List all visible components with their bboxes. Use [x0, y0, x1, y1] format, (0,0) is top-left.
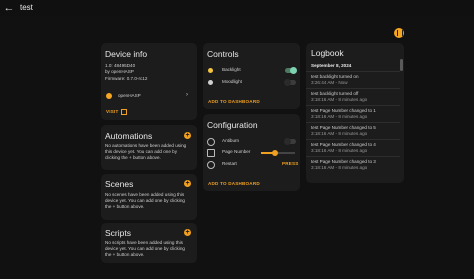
log-divider [306, 156, 400, 157]
lightbulb-off-icon [208, 80, 213, 85]
log-entry-time: 3:18:16 AM - 8 minutes ago [311, 97, 368, 102]
card-title: Controls [207, 49, 239, 59]
backlight-toggle[interactable] [285, 67, 297, 74]
scripts-card: Scripts + No scripts have been added usi… [101, 223, 197, 263]
openhasp-icon [106, 93, 112, 99]
openhasp-logo-icon [394, 28, 404, 38]
configuration-add-to-dashboard[interactable]: ADD TO DASHBOARD [208, 181, 260, 186]
backlight-row: Backlight [203, 65, 300, 75]
integration-row[interactable]: openHASP › [101, 91, 197, 101]
top-app-bar: ← test [0, 0, 474, 16]
log-entry[interactable]: test backlight turned off 3:18:16 AM - 8… [306, 88, 400, 105]
moodlight-toggle[interactable] [284, 79, 296, 86]
card-title: Scenes [105, 179, 134, 189]
page-number-row: Page Number [203, 147, 300, 157]
add-automation-button[interactable]: + [184, 132, 191, 139]
logbook-date: September 8, 2024 [311, 63, 352, 68]
log-divider [306, 105, 400, 106]
moodlight-row: Moodlight [203, 77, 300, 87]
restart-row: Restart PRESS [203, 159, 300, 169]
automations-empty-text: No automations have been added using thi… [105, 143, 187, 160]
log-divider [306, 122, 400, 123]
log-entry-time: 3:18:16 AM - 8 minutes ago [311, 114, 368, 119]
antiburn-label[interactable]: Antiburn [222, 138, 239, 144]
logbook-card: Logbook September 8, 2024 test backlight… [306, 43, 404, 183]
log-divider [306, 139, 400, 140]
card-title: Configuration [207, 120, 258, 130]
antiburn-toggle[interactable] [284, 138, 296, 145]
restart-icon [207, 161, 215, 169]
log-entry[interactable]: test backlight turned on 3:26:44 AM - No… [306, 71, 400, 88]
restart-label: Restart [222, 161, 237, 166]
antiburn-icon [207, 138, 215, 146]
visit-link[interactable]: VISIT [106, 109, 119, 114]
log-divider [306, 88, 400, 89]
open-in-new-icon [121, 109, 127, 115]
card-title: Automations [105, 131, 153, 141]
antiburn-row: Antiburn [203, 136, 300, 146]
add-script-button[interactable]: + [184, 229, 191, 236]
scripts-empty-text: No scripts have been added using this de… [105, 240, 185, 257]
page-title: test [20, 3, 33, 12]
card-title: Scripts [105, 228, 131, 238]
page-number-slider-thumb[interactable] [271, 149, 278, 156]
chevron-right-icon: › [186, 92, 188, 98]
device-info-card: Device info 1.0: 48495D40 by openHASP Fi… [101, 43, 197, 120]
add-scene-button[interactable]: + [184, 180, 191, 187]
controls-add-to-dashboard[interactable]: ADD TO DASHBOARD [208, 99, 260, 104]
lightbulb-on-icon [208, 68, 213, 73]
log-divider [306, 71, 400, 72]
card-title: Logbook [311, 48, 344, 58]
log-entry[interactable]: test Page Number changed to 3 3:18:16 AM… [306, 156, 400, 173]
backlight-label[interactable]: Backlight [222, 67, 241, 73]
log-entry-time: 3:18:16 AM - 8 minutes ago [311, 165, 368, 170]
automations-card: Automations + No automations have been a… [101, 125, 197, 170]
device-manufacturer: by openHASP [105, 69, 134, 74]
device-firmware: Firmware: 0.7.0-rc12 [105, 76, 148, 81]
controls-card: Controls Backlight Moodlight ADD TO DASH… [203, 43, 300, 109]
scenes-empty-text: No scenes have been added using this dev… [105, 192, 185, 209]
back-arrow-icon[interactable]: ← [3, 2, 15, 14]
log-entry-time: 3:26:44 AM - Now [311, 80, 348, 85]
log-entry[interactable]: test Page Number changed to 5 3:18:16 AM… [306, 122, 400, 139]
log-entry[interactable]: test Page Number changed to 1 3:18:16 AM… [306, 105, 400, 122]
integration-name: openHASP [118, 93, 141, 98]
log-entry-time: 3:18:16 AM - 8 minutes ago [311, 148, 368, 153]
scenes-card: Scenes + No scenes have been added using… [101, 174, 197, 220]
moodlight-label[interactable]: Moodlight [222, 79, 242, 85]
page-number-icon [207, 149, 215, 157]
page-number-slider[interactable] [261, 149, 295, 156]
page-number-label: Page Number [222, 149, 251, 154]
log-entry-time: 3:18:16 AM - 8 minutes ago [311, 131, 368, 136]
restart-press-button[interactable]: PRESS [282, 161, 299, 166]
card-title: Device info [105, 49, 148, 59]
log-entry[interactable]: test Page Number changed to 4 3:18:16 AM… [306, 139, 400, 156]
logbook-scrollbar[interactable] [400, 59, 403, 71]
configuration-card: Configuration Antiburn Page Number Resta… [203, 114, 300, 191]
